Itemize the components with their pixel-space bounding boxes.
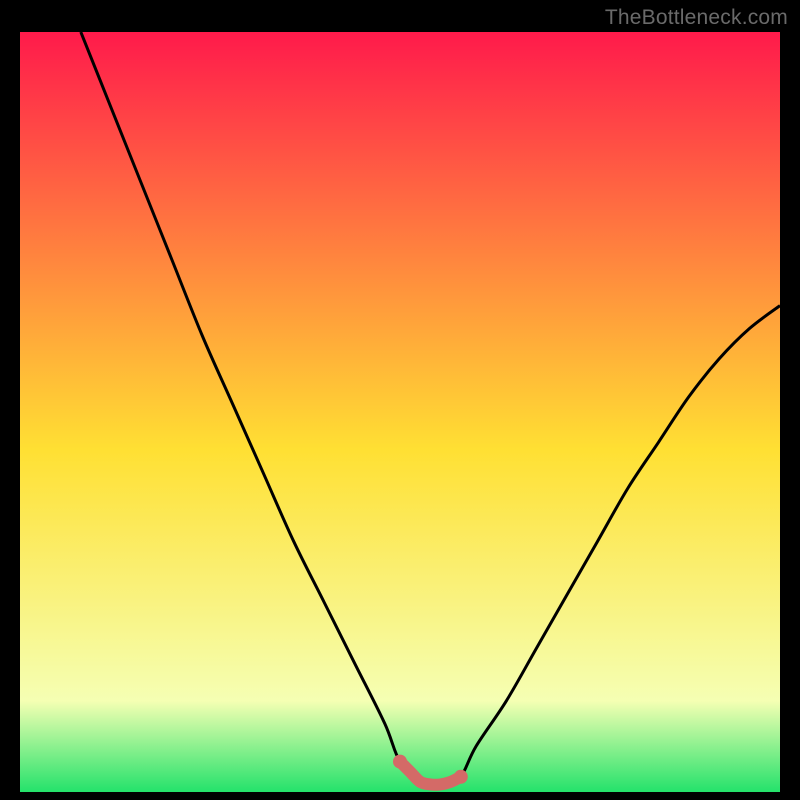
chart-frame (20, 32, 780, 792)
gradient-backdrop (20, 32, 780, 792)
optimal-range-dot-right (454, 770, 468, 784)
bottleneck-chart (20, 32, 780, 792)
optimal-range-dot-left (393, 755, 407, 769)
watermark-text: TheBottleneck.com (605, 6, 788, 30)
